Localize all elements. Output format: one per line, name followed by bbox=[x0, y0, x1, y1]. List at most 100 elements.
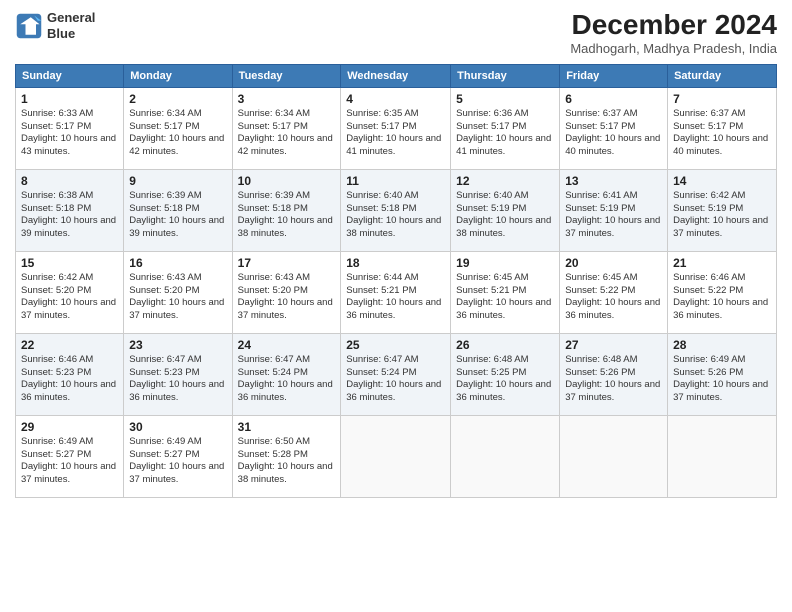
calendar-week-row: 1 Sunrise: 6:33 AM Sunset: 5:17 PM Dayli… bbox=[16, 87, 777, 169]
day-info: Sunrise: 6:46 AM Sunset: 5:23 PM Dayligh… bbox=[21, 354, 118, 405]
day-number: 5 bbox=[456, 92, 554, 106]
table-row bbox=[451, 415, 560, 497]
day-number: 27 bbox=[565, 338, 662, 352]
day-info: Sunrise: 6:42 AM Sunset: 5:20 PM Dayligh… bbox=[21, 272, 118, 323]
col-tuesday: Tuesday bbox=[232, 64, 341, 87]
logo: General Blue bbox=[15, 10, 95, 41]
day-number: 7 bbox=[673, 92, 771, 106]
table-row: 2 Sunrise: 6:34 AM Sunset: 5:17 PM Dayli… bbox=[124, 87, 232, 169]
day-number: 15 bbox=[21, 256, 118, 270]
day-number: 1 bbox=[21, 92, 118, 106]
day-number: 2 bbox=[129, 92, 226, 106]
table-row: 4 Sunrise: 6:35 AM Sunset: 5:17 PM Dayli… bbox=[341, 87, 451, 169]
day-info: Sunrise: 6:47 AM Sunset: 5:24 PM Dayligh… bbox=[346, 354, 445, 405]
day-number: 3 bbox=[238, 92, 336, 106]
day-info: Sunrise: 6:46 AM Sunset: 5:22 PM Dayligh… bbox=[673, 272, 771, 323]
calendar-week-row: 8 Sunrise: 6:38 AM Sunset: 5:18 PM Dayli… bbox=[16, 169, 777, 251]
day-info: Sunrise: 6:35 AM Sunset: 5:17 PM Dayligh… bbox=[346, 108, 445, 159]
calendar-table: Sunday Monday Tuesday Wednesday Thursday… bbox=[15, 64, 777, 498]
table-row: 1 Sunrise: 6:33 AM Sunset: 5:17 PM Dayli… bbox=[16, 87, 124, 169]
calendar-week-row: 15 Sunrise: 6:42 AM Sunset: 5:20 PM Dayl… bbox=[16, 251, 777, 333]
table-row: 23 Sunrise: 6:47 AM Sunset: 5:23 PM Dayl… bbox=[124, 333, 232, 415]
table-row: 25 Sunrise: 6:47 AM Sunset: 5:24 PM Dayl… bbox=[341, 333, 451, 415]
day-number: 24 bbox=[238, 338, 336, 352]
day-info: Sunrise: 6:50 AM Sunset: 5:28 PM Dayligh… bbox=[238, 436, 336, 487]
day-info: Sunrise: 6:34 AM Sunset: 5:17 PM Dayligh… bbox=[238, 108, 336, 159]
table-row bbox=[668, 415, 777, 497]
table-row: 3 Sunrise: 6:34 AM Sunset: 5:17 PM Dayli… bbox=[232, 87, 341, 169]
table-row: 22 Sunrise: 6:46 AM Sunset: 5:23 PM Dayl… bbox=[16, 333, 124, 415]
day-info: Sunrise: 6:34 AM Sunset: 5:17 PM Dayligh… bbox=[129, 108, 226, 159]
day-number: 9 bbox=[129, 174, 226, 188]
col-thursday: Thursday bbox=[451, 64, 560, 87]
day-info: Sunrise: 6:40 AM Sunset: 5:18 PM Dayligh… bbox=[346, 190, 445, 241]
table-row: 15 Sunrise: 6:42 AM Sunset: 5:20 PM Dayl… bbox=[16, 251, 124, 333]
table-row: 11 Sunrise: 6:40 AM Sunset: 5:18 PM Dayl… bbox=[341, 169, 451, 251]
table-row: 27 Sunrise: 6:48 AM Sunset: 5:26 PM Dayl… bbox=[560, 333, 668, 415]
col-friday: Friday bbox=[560, 64, 668, 87]
table-row: 19 Sunrise: 6:45 AM Sunset: 5:21 PM Dayl… bbox=[451, 251, 560, 333]
table-row: 5 Sunrise: 6:36 AM Sunset: 5:17 PM Dayli… bbox=[451, 87, 560, 169]
table-row: 12 Sunrise: 6:40 AM Sunset: 5:19 PM Dayl… bbox=[451, 169, 560, 251]
table-row: 16 Sunrise: 6:43 AM Sunset: 5:20 PM Dayl… bbox=[124, 251, 232, 333]
day-info: Sunrise: 6:38 AM Sunset: 5:18 PM Dayligh… bbox=[21, 190, 118, 241]
logo-line1: General bbox=[47, 10, 95, 26]
day-info: Sunrise: 6:48 AM Sunset: 5:25 PM Dayligh… bbox=[456, 354, 554, 405]
day-info: Sunrise: 6:43 AM Sunset: 5:20 PM Dayligh… bbox=[129, 272, 226, 323]
page: General Blue December 2024 Madhogarh, Ma… bbox=[0, 0, 792, 612]
logo-icon bbox=[15, 12, 43, 40]
day-info: Sunrise: 6:49 AM Sunset: 5:27 PM Dayligh… bbox=[21, 436, 118, 487]
day-info: Sunrise: 6:49 AM Sunset: 5:26 PM Dayligh… bbox=[673, 354, 771, 405]
month-year: December 2024 bbox=[570, 10, 777, 41]
header: General Blue December 2024 Madhogarh, Ma… bbox=[15, 10, 777, 56]
table-row: 31 Sunrise: 6:50 AM Sunset: 5:28 PM Dayl… bbox=[232, 415, 341, 497]
day-info: Sunrise: 6:47 AM Sunset: 5:23 PM Dayligh… bbox=[129, 354, 226, 405]
day-info: Sunrise: 6:45 AM Sunset: 5:22 PM Dayligh… bbox=[565, 272, 662, 323]
day-number: 11 bbox=[346, 174, 445, 188]
day-number: 12 bbox=[456, 174, 554, 188]
day-number: 10 bbox=[238, 174, 336, 188]
title-block: December 2024 Madhogarh, Madhya Pradesh,… bbox=[570, 10, 777, 56]
table-row: 30 Sunrise: 6:49 AM Sunset: 5:27 PM Dayl… bbox=[124, 415, 232, 497]
table-row: 6 Sunrise: 6:37 AM Sunset: 5:17 PM Dayli… bbox=[560, 87, 668, 169]
day-info: Sunrise: 6:49 AM Sunset: 5:27 PM Dayligh… bbox=[129, 436, 226, 487]
day-number: 23 bbox=[129, 338, 226, 352]
table-row: 28 Sunrise: 6:49 AM Sunset: 5:26 PM Dayl… bbox=[668, 333, 777, 415]
day-info: Sunrise: 6:45 AM Sunset: 5:21 PM Dayligh… bbox=[456, 272, 554, 323]
day-number: 18 bbox=[346, 256, 445, 270]
day-number: 4 bbox=[346, 92, 445, 106]
day-number: 13 bbox=[565, 174, 662, 188]
day-number: 25 bbox=[346, 338, 445, 352]
day-number: 8 bbox=[21, 174, 118, 188]
day-info: Sunrise: 6:33 AM Sunset: 5:17 PM Dayligh… bbox=[21, 108, 118, 159]
day-number: 30 bbox=[129, 420, 226, 434]
day-number: 26 bbox=[456, 338, 554, 352]
table-row: 13 Sunrise: 6:41 AM Sunset: 5:19 PM Dayl… bbox=[560, 169, 668, 251]
table-row: 17 Sunrise: 6:43 AM Sunset: 5:20 PM Dayl… bbox=[232, 251, 341, 333]
day-info: Sunrise: 6:39 AM Sunset: 5:18 PM Dayligh… bbox=[238, 190, 336, 241]
table-row: 9 Sunrise: 6:39 AM Sunset: 5:18 PM Dayli… bbox=[124, 169, 232, 251]
table-row: 7 Sunrise: 6:37 AM Sunset: 5:17 PM Dayli… bbox=[668, 87, 777, 169]
day-number: 28 bbox=[673, 338, 771, 352]
day-info: Sunrise: 6:44 AM Sunset: 5:21 PM Dayligh… bbox=[346, 272, 445, 323]
table-row: 29 Sunrise: 6:49 AM Sunset: 5:27 PM Dayl… bbox=[16, 415, 124, 497]
day-info: Sunrise: 6:43 AM Sunset: 5:20 PM Dayligh… bbox=[238, 272, 336, 323]
day-number: 17 bbox=[238, 256, 336, 270]
col-monday: Monday bbox=[124, 64, 232, 87]
calendar-week-row: 29 Sunrise: 6:49 AM Sunset: 5:27 PM Dayl… bbox=[16, 415, 777, 497]
day-number: 6 bbox=[565, 92, 662, 106]
table-row: 14 Sunrise: 6:42 AM Sunset: 5:19 PM Dayl… bbox=[668, 169, 777, 251]
day-info: Sunrise: 6:48 AM Sunset: 5:26 PM Dayligh… bbox=[565, 354, 662, 405]
day-number: 19 bbox=[456, 256, 554, 270]
table-row bbox=[341, 415, 451, 497]
day-info: Sunrise: 6:47 AM Sunset: 5:24 PM Dayligh… bbox=[238, 354, 336, 405]
day-number: 29 bbox=[21, 420, 118, 434]
day-number: 22 bbox=[21, 338, 118, 352]
day-info: Sunrise: 6:39 AM Sunset: 5:18 PM Dayligh… bbox=[129, 190, 226, 241]
day-number: 16 bbox=[129, 256, 226, 270]
calendar-week-row: 22 Sunrise: 6:46 AM Sunset: 5:23 PM Dayl… bbox=[16, 333, 777, 415]
day-info: Sunrise: 6:42 AM Sunset: 5:19 PM Dayligh… bbox=[673, 190, 771, 241]
day-info: Sunrise: 6:37 AM Sunset: 5:17 PM Dayligh… bbox=[565, 108, 662, 159]
table-row: 8 Sunrise: 6:38 AM Sunset: 5:18 PM Dayli… bbox=[16, 169, 124, 251]
table-row: 20 Sunrise: 6:45 AM Sunset: 5:22 PM Dayl… bbox=[560, 251, 668, 333]
